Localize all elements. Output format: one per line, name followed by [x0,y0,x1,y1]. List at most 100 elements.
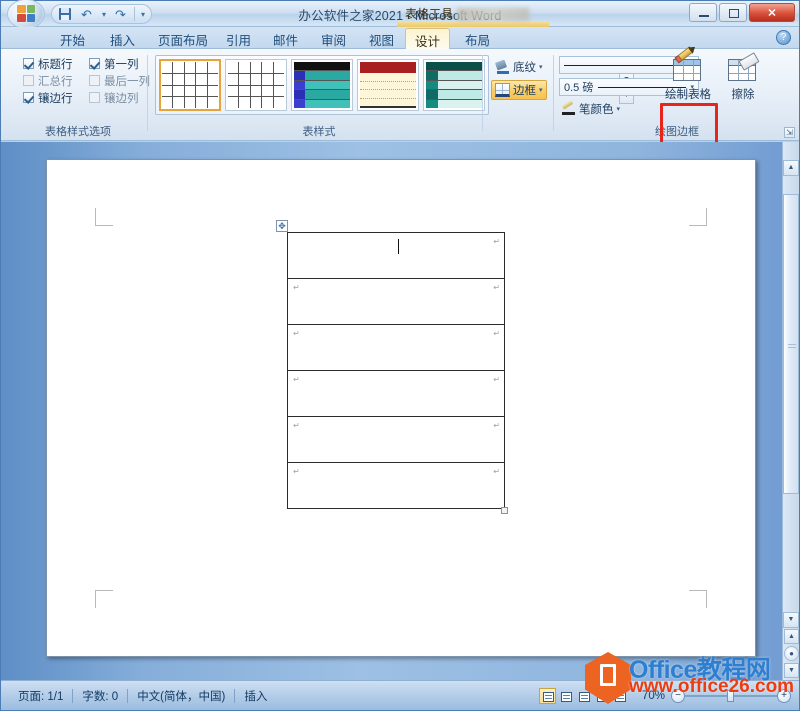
status-language[interactable]: 中文(简体，中国) [128,688,234,704]
table-row[interactable]: ↵ ↵ [288,417,504,463]
borders-caret-icon[interactable]: ▾ [539,86,543,94]
table-style-preview-1 [162,62,218,108]
status-insert-mode[interactable]: 插入 [235,688,276,704]
table-style-preview-3 [294,62,350,108]
group-divider-3 [553,55,554,131]
next-page-button[interactable]: ▼ [784,663,799,678]
checkbox-first-column-box[interactable] [89,58,100,69]
paragraph-mark: ↵ [493,375,500,384]
status-word-count[interactable]: 字数: 0 [73,688,127,704]
table-move-handle-icon[interactable]: ✥ [276,220,288,232]
zoom-slider[interactable] [685,689,777,703]
table-style-thumbnail-5[interactable] [423,59,485,111]
contextual-tab-title: 表格工具 [405,7,454,21]
scroll-down-button[interactable]: ▼ [783,612,799,628]
paragraph-mark: ↵ [493,283,500,292]
tab-references[interactable]: 引用 [217,28,260,49]
tab-layout[interactable]: 布局 [456,28,499,49]
vertical-scroll-thumb[interactable] [783,194,799,494]
table-resize-handle-icon[interactable] [501,507,508,514]
print-layout-view-button[interactable] [538,687,556,704]
checkbox-first-column-label: 第一列 [104,58,139,71]
table-style-options-checkboxes: 标题行 第一列 汇总行 最后一列 镶边行 镶边列 [23,55,161,106]
table-row[interactable]: ↵ ↵ [288,325,504,371]
tab-view[interactable]: 视图 [360,28,403,49]
select-browse-object-button[interactable]: ● [784,646,799,661]
checkbox-banded-columns-box[interactable] [89,92,100,103]
table-row[interactable]: ↵ ↵ [288,463,504,509]
checkbox-banded-rows[interactable]: 镶边行 [23,89,89,106]
group-divider-2 [482,55,483,131]
table-style-preview-4 [360,62,416,108]
checkbox-header-row-label: 标题行 [38,58,73,71]
shading-button[interactable]: 底纹 ▾ [491,57,547,77]
draw-table-icon [671,43,705,85]
eraser-button[interactable]: 擦除 [718,52,768,102]
minimize-button[interactable] [689,3,717,22]
shading-caret-icon[interactable]: ▾ [539,63,543,71]
checkbox-banded-columns-label: 镶边列 [104,92,139,105]
checkbox-total-row-box[interactable] [23,75,34,86]
tab-home[interactable]: 开始 [51,28,94,49]
vertical-scrollbar[interactable]: ▲ ▼ ▲ ● ▼ [782,142,799,680]
checkbox-total-row-label: 汇总行 [38,75,73,88]
zoom-out-button[interactable]: − [671,688,685,703]
line-weight-value: 0.5 磅 [564,82,594,94]
draft-view-button[interactable] [611,688,628,704]
previous-page-button[interactable]: ▲ [784,629,799,644]
paragraph-mark: ↵ [493,467,500,476]
tab-insert[interactable]: 插入 [101,28,144,49]
zoom-level-label[interactable]: 70% [636,690,671,702]
table-style-thumbnail-4[interactable] [357,59,419,111]
table-style-thumbnail-1[interactable] [159,59,221,111]
pen-color-button[interactable]: 笔颜色 ▾ [561,101,620,117]
web-layout-view-button[interactable] [575,688,592,704]
eraser-label: 擦除 [731,89,755,101]
table-row[interactable]: ↵ ↵ [288,279,504,325]
eraser-icon [726,52,760,85]
table-row[interactable]: ↵ ↵ [288,371,504,417]
checkbox-banded-rows-box[interactable] [23,92,34,103]
tab-design[interactable]: 设计 [405,28,451,49]
draw-borders-dialog-launcher[interactable]: ⇲ [784,127,795,138]
paragraph-mark: ↵ [493,237,500,246]
ribbon-group-table-style-options: 标题行 第一列 汇总行 最后一列 镶边行 镶边列 表格样式选项 [9,49,150,141]
full-screen-reading-icon [560,691,572,702]
help-icon[interactable]: ? [776,30,791,45]
pen-color-caret-icon[interactable]: ▾ [617,105,621,113]
table-style-preview-5 [426,62,482,108]
full-screen-reading-view-button[interactable] [557,688,574,704]
checkbox-total-row[interactable]: 汇总行 [23,72,89,89]
document-canvas: ✥ ↵ ↵ ↵ ↵ ↵ ↵ ↵ ↵ ↵ ↵ ↵ [1,142,799,680]
table-row[interactable]: ↵ [288,233,504,279]
print-layout-icon [542,691,554,702]
margin-mark-top-left [95,208,113,226]
status-page-info[interactable]: 页面: 1/1 [9,688,72,704]
checkbox-last-column-box[interactable] [89,75,100,86]
draw-table-button[interactable]: 绘制表格 [663,43,713,102]
zoom-slider-knob[interactable] [727,689,734,702]
zoom-in-button[interactable]: + [777,688,791,703]
maximize-button[interactable] [719,3,747,22]
outline-view-button[interactable] [593,688,610,704]
group-label-table-style-options: 表格样式选项 [45,126,111,138]
margin-mark-top-right [689,208,707,226]
borders-button[interactable]: 边框 ▾ [491,80,547,100]
outline-view-icon [596,691,608,702]
margin-mark-bottom-left [95,590,113,608]
tab-review[interactable]: 审阅 [312,28,355,49]
close-button[interactable]: ✕ [749,3,795,22]
checkbox-header-row-box[interactable] [23,58,34,69]
document-page[interactable]: ✥ ↵ ↵ ↵ ↵ ↵ ↵ ↵ ↵ ↵ ↵ ↵ [46,159,756,657]
checkbox-banded-rows-label: 镶边行 [38,92,73,105]
tab-page-layout[interactable]: 页面布局 [149,28,217,49]
tab-mailings[interactable]: 邮件 [264,28,307,49]
checkbox-header-row[interactable]: 标题行 [23,55,89,72]
scroll-up-button[interactable]: ▲ [783,160,799,176]
borders-label: 边框 [513,85,536,97]
table-style-thumbnail-3[interactable] [291,59,353,111]
pen-icon [561,102,576,116]
table-styles-gallery[interactable] [155,55,489,115]
document-table[interactable]: ✥ ↵ ↵ ↵ ↵ ↵ ↵ ↵ ↵ ↵ ↵ ↵ [276,220,508,514]
table-style-thumbnail-2[interactable] [225,59,287,111]
